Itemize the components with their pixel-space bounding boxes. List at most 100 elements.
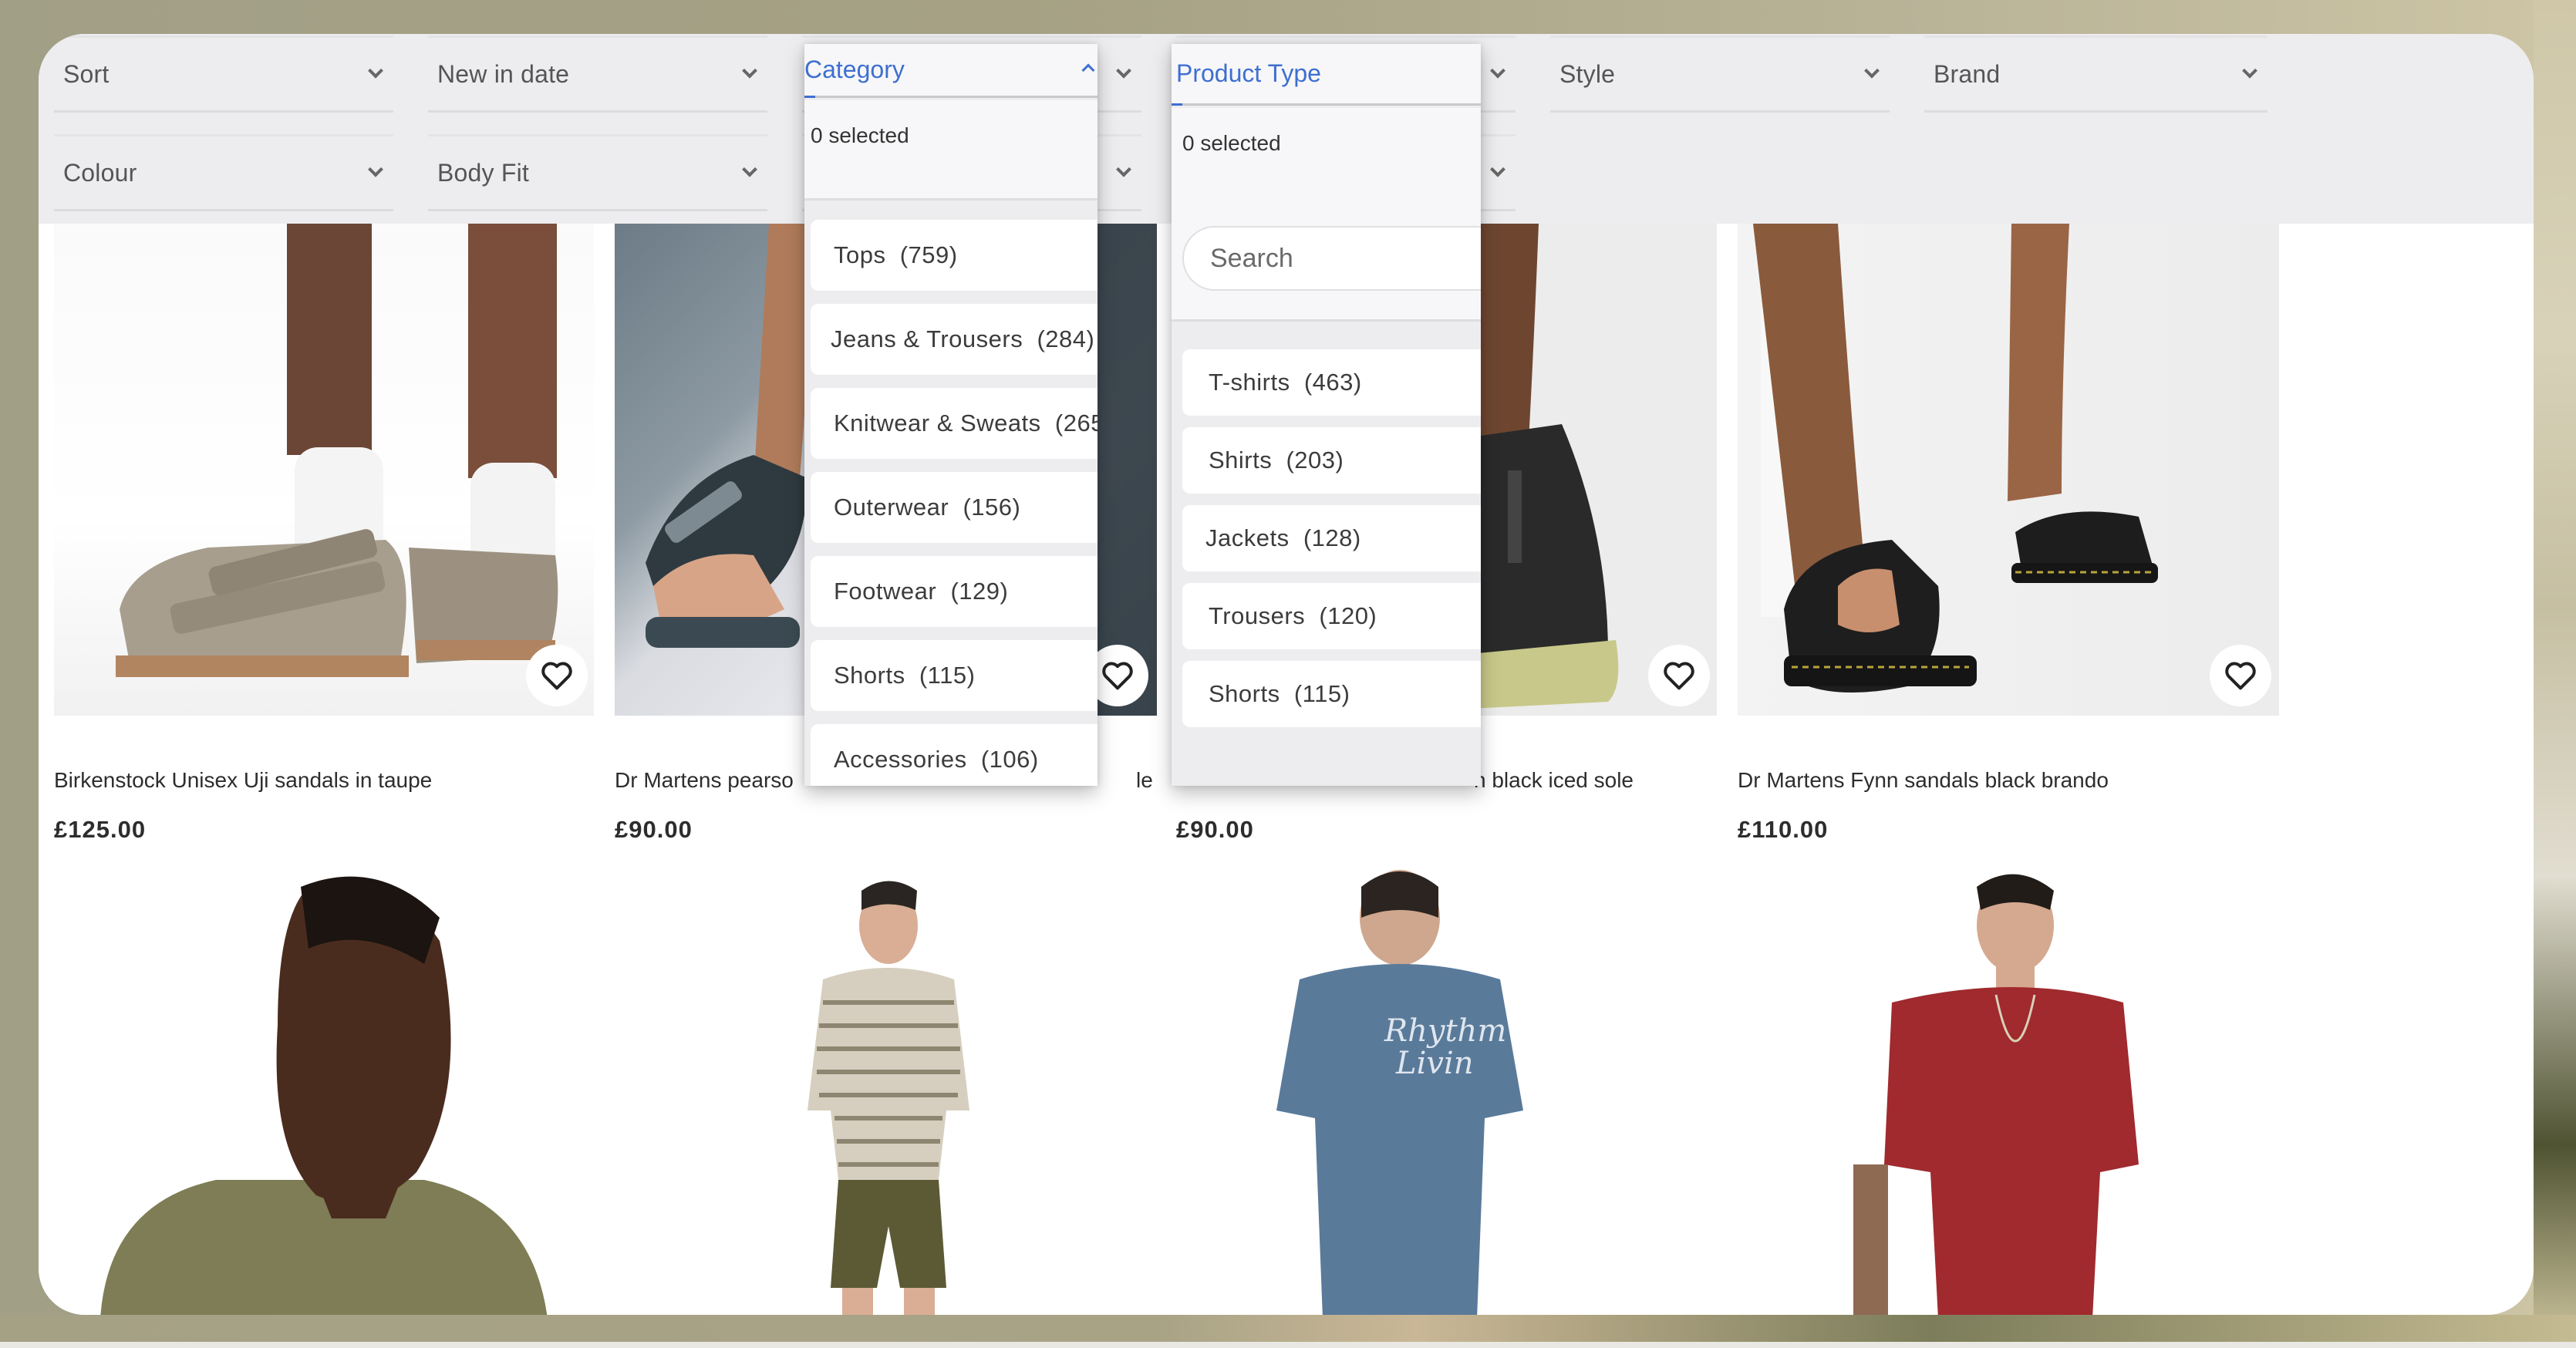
filter-label: Style xyxy=(1559,59,1616,88)
product-image[interactable] xyxy=(1738,856,2279,1315)
option-count: (463) xyxy=(1303,369,1362,396)
wishlist-button[interactable] xyxy=(526,645,588,706)
filter-sort[interactable]: Sort xyxy=(54,35,393,113)
product-name-tail[interactable]: n black iced sole xyxy=(1474,768,1634,793)
filter-label: Colour xyxy=(63,158,137,187)
chevron-down-icon xyxy=(742,62,757,79)
product-name-tail[interactable]: le xyxy=(1136,768,1153,793)
chevron-down-icon xyxy=(1490,161,1505,177)
product-type-dropdown-header[interactable]: Product Type xyxy=(1172,44,1481,106)
filter-brand[interactable]: Brand xyxy=(1924,35,2267,113)
model-blue-tshirt-back-illustration: Rhythm Livin xyxy=(1276,870,1523,1315)
chevron-down-icon xyxy=(368,161,383,177)
product-listing-panel: Birkenstock Unisex Uji sandals in taupe … xyxy=(39,34,2534,1315)
product-name[interactable]: Birkenstock Unisex Uji sandals in taupe xyxy=(54,768,432,793)
chevron-down-icon xyxy=(1116,161,1131,177)
category-dropdown: Category 0 selected Tops (759) Jeans & T… xyxy=(804,44,1097,786)
product-image[interactable]: Rhythm Livin xyxy=(1176,856,1717,1315)
chevron-down-icon xyxy=(2242,62,2257,79)
option-count: (128) xyxy=(1303,524,1361,551)
active-indicator xyxy=(1172,103,1182,106)
chevron-down-icon xyxy=(1864,62,1880,79)
model-striped-tshirt-illustration xyxy=(808,881,969,1315)
dropdown-title: Product Type xyxy=(1176,59,1321,87)
product-price: £90.00 xyxy=(615,816,693,843)
category-option[interactable]: Outerwear (156) xyxy=(811,472,1097,543)
filter-label: Brand xyxy=(1934,59,2001,88)
option-label: Tops xyxy=(834,241,886,268)
product-image[interactable] xyxy=(1738,224,2279,716)
option-count: (115) xyxy=(919,662,976,689)
model-red-tshirt-illustration xyxy=(1853,874,2139,1315)
chevron-down-icon xyxy=(368,62,383,79)
wishlist-button[interactable] xyxy=(1648,645,1710,706)
category-option[interactable]: Shorts (115) xyxy=(811,640,1097,711)
option-label: Footwear xyxy=(834,578,937,605)
product-image[interactable] xyxy=(615,856,1157,1315)
option-count: (106) xyxy=(980,746,1039,773)
selection-and-search: 0 selected xyxy=(1172,108,1481,322)
option-count: (156) xyxy=(963,494,1021,521)
option-label: T-shirts xyxy=(1209,369,1290,396)
chevron-down-icon xyxy=(1116,62,1131,79)
sandals-taupe-illustration xyxy=(116,224,558,677)
option-count: (129) xyxy=(950,578,1009,605)
product-price: £110.00 xyxy=(1738,816,1829,843)
tshirt-print-text: Rhythm xyxy=(1384,1013,1506,1049)
category-option[interactable]: Jeans & Trousers (284) xyxy=(811,304,1097,375)
background-strip xyxy=(0,1342,2576,1348)
sandals-platform-illustration xyxy=(1753,224,2158,693)
product-type-option[interactable]: Shorts (115) xyxy=(1182,661,1481,727)
option-count: (120) xyxy=(1319,602,1377,629)
wishlist-button[interactable] xyxy=(2210,645,2271,706)
option-count: (265 xyxy=(1054,409,1097,436)
selection-summary: 0 selected xyxy=(804,100,1097,201)
product-image[interactable] xyxy=(54,224,594,716)
product-type-option[interactable]: Shirts (203) xyxy=(1182,427,1481,494)
model-olive-tshirt-illustration xyxy=(100,876,548,1315)
option-label: Outerwear xyxy=(834,494,949,521)
chevron-down-icon xyxy=(742,161,757,177)
filter-label: New in date xyxy=(437,59,570,88)
heart-outline-icon xyxy=(1102,662,1133,690)
product-image[interactable] xyxy=(54,856,594,1315)
product-type-option[interactable]: T-shirts (463) xyxy=(1182,349,1481,416)
option-count: (284) xyxy=(1037,325,1095,352)
product-name[interactable]: Dr Martens pearso xyxy=(615,768,794,793)
option-label: Shorts xyxy=(834,662,905,689)
filter-colour[interactable]: Colour xyxy=(54,134,393,211)
category-dropdown-header[interactable]: Category xyxy=(804,44,1097,98)
selected-count: 0 selected xyxy=(1182,131,1281,155)
filter-new-in-date[interactable]: New in date xyxy=(428,35,767,113)
filter-style[interactable]: Style xyxy=(1550,35,1890,113)
option-count: (115) xyxy=(1293,680,1350,707)
product-type-dropdown: Product Type 0 selected T-shirts (463) S… xyxy=(1172,44,1481,786)
product-type-option[interactable]: Trousers (120) xyxy=(1182,583,1481,649)
option-count: (203) xyxy=(1286,447,1344,473)
category-option[interactable]: Tops (759) xyxy=(811,220,1097,291)
product-type-option[interactable]: Jackets (128) xyxy=(1182,505,1481,571)
search-input[interactable] xyxy=(1210,243,1481,274)
option-label: Knitwear & Sweats xyxy=(834,409,1041,436)
option-count: (759) xyxy=(899,241,958,268)
category-option[interactable]: Knitwear & Sweats (265 xyxy=(811,388,1097,459)
tshirt-print-text: Livin xyxy=(1395,1046,1474,1081)
category-option[interactable]: Accessories (106) xyxy=(811,724,1097,786)
dropdown-title: Category xyxy=(804,56,905,83)
filter-body-fit[interactable]: Body Fit xyxy=(428,134,767,211)
product-price: £90.00 xyxy=(1176,816,1254,843)
option-label: Shirts xyxy=(1209,447,1273,473)
product-name[interactable]: Dr Martens Fynn sandals black brando xyxy=(1738,768,2109,793)
heart-outline-icon xyxy=(1664,662,1694,690)
background-right xyxy=(2534,0,2576,1348)
selected-count: 0 selected xyxy=(811,123,909,147)
active-indicator xyxy=(804,96,815,98)
product-type-search[interactable] xyxy=(1182,226,1481,291)
option-label: Accessories xyxy=(834,746,967,773)
product-price: £125.00 xyxy=(54,816,147,843)
heart-outline-icon xyxy=(541,662,572,690)
option-label: Trousers xyxy=(1209,602,1306,629)
category-option[interactable]: Footwear (129) xyxy=(811,556,1097,627)
filter-label: Body Fit xyxy=(437,158,529,187)
option-label: Shorts xyxy=(1209,680,1280,707)
